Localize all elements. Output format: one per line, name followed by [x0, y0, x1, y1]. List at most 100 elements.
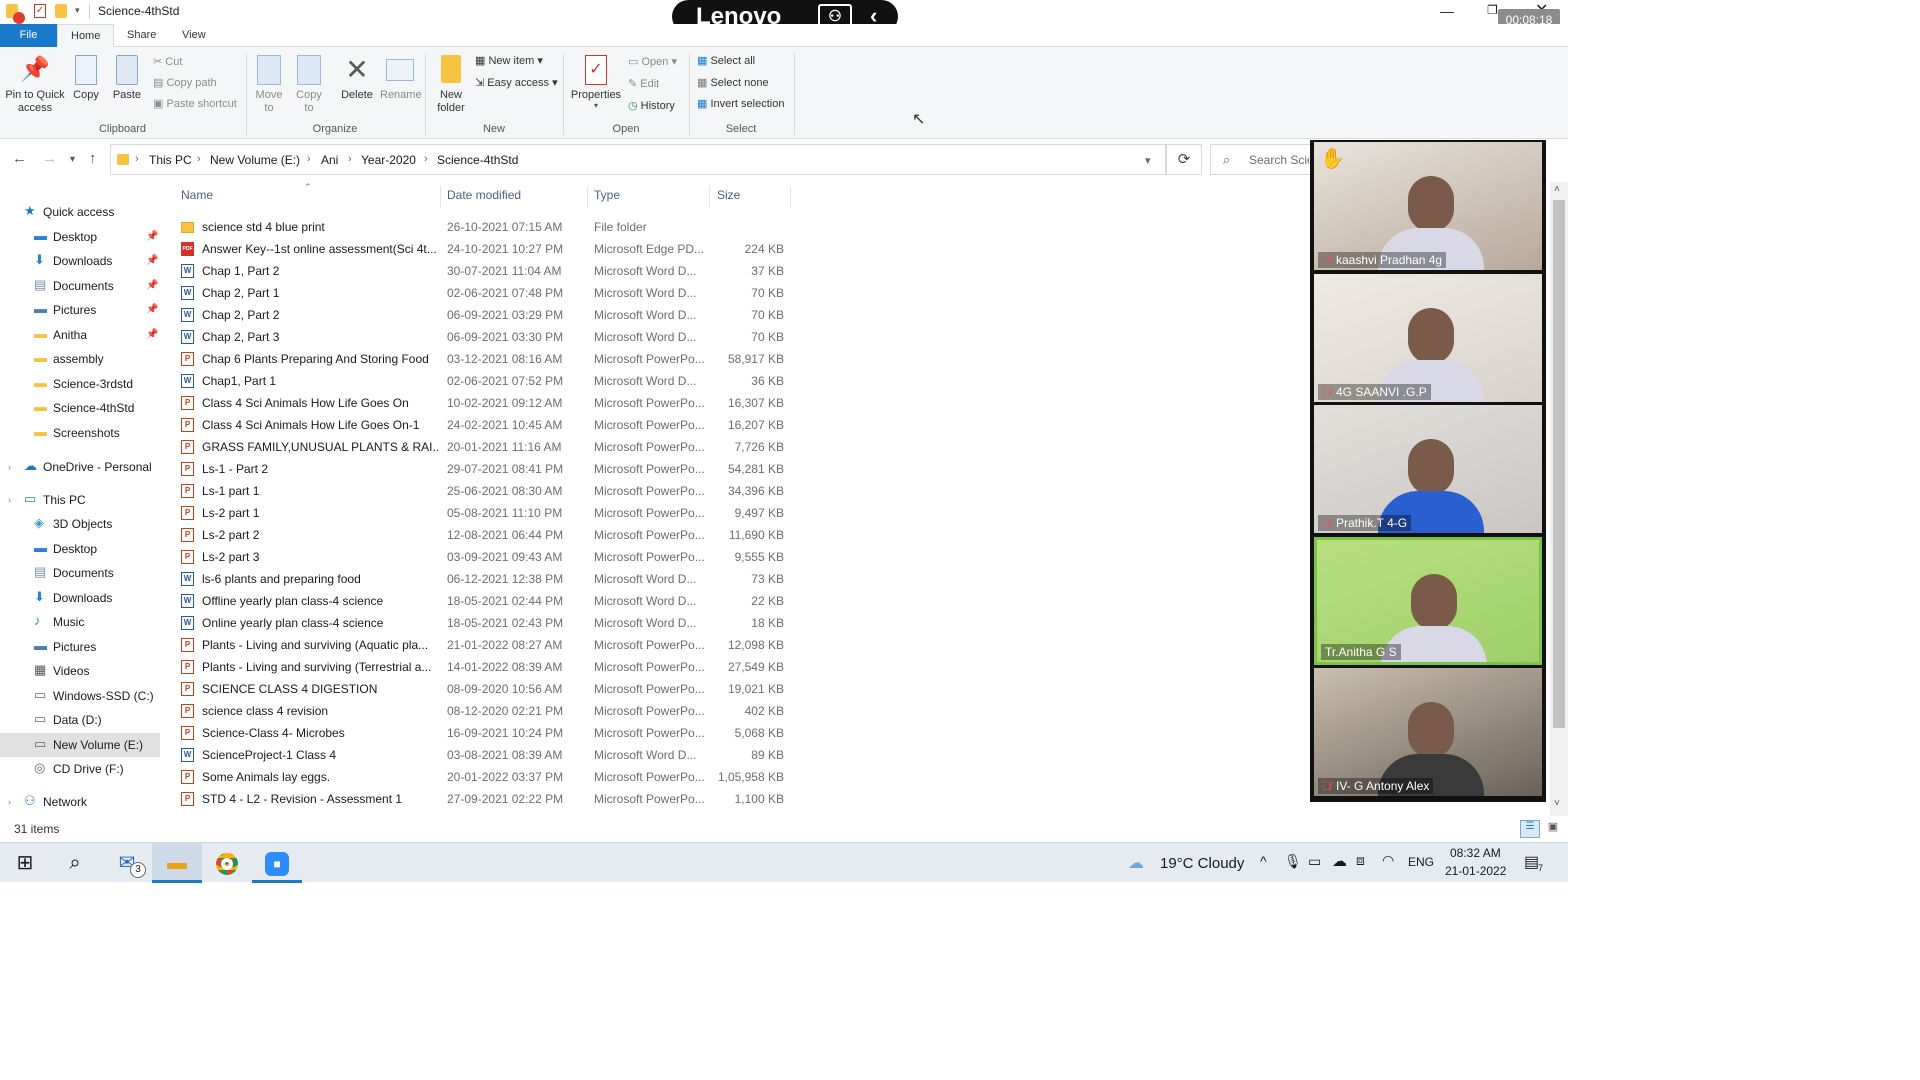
breadcrumb-chevron-icon[interactable]: ›: [348, 153, 352, 165]
nav-item-3d-objects[interactable]: ◈ 3D Objects: [0, 512, 160, 536]
address-bar[interactable]: › This PC › New Volume (E:) › Ani › Year…: [110, 144, 1166, 175]
nav-item-cd-drive-f[interactable]: ◎ CD Drive (F:): [0, 757, 160, 781]
chrome-app-icon[interactable]: [202, 843, 252, 883]
nav-item-anitha[interactable]: ▬ Anitha 📌: [0, 323, 160, 347]
clock-time[interactable]: 08:32 AM: [1450, 846, 1501, 860]
nav-item-documents[interactable]: ▤ Documents 📌: [0, 274, 160, 298]
copy-to-button[interactable]: Copy to: [292, 55, 326, 115]
file-row[interactable]: W Chap 2, Part 1 02-06-2021 07:48 PM Micros…: [172, 282, 802, 304]
paste-shortcut-button[interactable]: ▣ Paste shortcut: [153, 97, 237, 110]
nav-item-screenshots[interactable]: ▬ Screenshots: [0, 421, 160, 445]
file-row[interactable]: P Plants - Living and surviving (Aquatic …: [172, 634, 802, 656]
move-to-button[interactable]: Move to: [252, 55, 286, 115]
breadcrumb-current-folder[interactable]: Science-4thStd: [437, 153, 518, 167]
file-row[interactable]: W Chap1, Part 1 02-06-2021 07:52 PM Microso…: [172, 370, 802, 392]
address-dropdown-icon[interactable]: ▾: [1145, 154, 1151, 167]
pin-icon[interactable]: 📌: [146, 249, 158, 273]
nav-item-onedrive-personal[interactable]: ☁ OneDrive - Personal ›: [0, 455, 160, 479]
copy-path-button[interactable]: ▤ Copy path: [153, 76, 217, 89]
windows-start-icon[interactable]: ⊞: [0, 843, 50, 883]
nav-item-downloads[interactable]: ⬇ Downloads 📌: [0, 249, 160, 273]
file-row[interactable]: P Plants - Living and surviving (Terrestr…: [172, 656, 802, 678]
file-row[interactable]: P Some Animals lay eggs. 20-01-2022 03:37 …: [172, 766, 802, 788]
file-row[interactable]: W Chap 1, Part 2 30-07-2021 11:04 AM Micros…: [172, 260, 802, 282]
properties-qa-icon[interactable]: ✓: [34, 4, 46, 18]
search-taskbar-icon[interactable]: ⌕: [50, 843, 100, 883]
history-button[interactable]: ◷ History: [628, 99, 675, 112]
nav-item-this-pc[interactable]: ▭ This PC ›: [0, 488, 160, 512]
breadcrumb-chevron-icon[interactable]: ›: [135, 153, 139, 165]
new-folder-button[interactable]: New folder: [432, 55, 470, 115]
file-row[interactable]: W Offline yearly plan class-4 science 18-0…: [172, 590, 802, 612]
delete-button[interactable]: ✕ Delete: [338, 55, 376, 102]
column-divider[interactable]: [587, 186, 588, 208]
show-hidden-icons-icon[interactable]: ^: [1260, 853, 1267, 869]
file-row[interactable]: W Chap 2, Part 2 06-09-2021 03:29 PM Micros…: [172, 304, 802, 326]
file-row[interactable]: PDF Answer Key--1st online assessment(Sci…: [172, 238, 802, 260]
column-header-size[interactable]: Size: [717, 188, 740, 202]
column-header-name[interactable]: Name: [181, 188, 213, 202]
expand-chevron-icon[interactable]: ›: [8, 455, 11, 479]
file-explorer-app-icon[interactable]: ▬: [152, 843, 202, 883]
file-row[interactable]: P Ls-1 - Part 2 29-07-2021 08:41 PM Microso…: [172, 458, 802, 480]
file-row[interactable]: Wls-6 plants and preparing food 06-12-202…: [172, 568, 802, 590]
forward-arrow-icon[interactable]: →: [42, 150, 57, 167]
onedrive-tray-icon[interactable]: ☁: [1332, 852, 1347, 870]
scrollbar-thumb[interactable]: [1553, 200, 1565, 728]
column-header-type[interactable]: Type: [594, 188, 620, 202]
nav-item-quick-access[interactable]: ★ Quick access: [0, 200, 160, 224]
file-row[interactable]: P Class 4 Sci Animals How Life Goes On 10-…: [172, 392, 802, 414]
nav-item-pictures[interactable]: ▬ Pictures: [0, 635, 160, 659]
wifi-icon[interactable]: ◠: [1382, 852, 1394, 869]
breadcrumb-year-2020[interactable]: Year-2020: [361, 153, 416, 167]
minimize-button[interactable]: —: [1440, 3, 1454, 19]
file-row[interactable]: P Science-Class 4- Microbes 16-09-2021 10:…: [172, 722, 802, 744]
file-row[interactable]: P Ls-2 part 1 05-08-2021 11:10 PM Microsoft…: [172, 502, 802, 524]
scroll-up-icon[interactable]: ˄: [1554, 184, 1560, 195]
file-row[interactable]: P SCIENCE CLASS 4 DIGESTION 08-09-2020 10:…: [172, 678, 802, 700]
tab-home[interactable]: Home: [57, 24, 115, 47]
rename-button[interactable]: Rename: [380, 55, 422, 101]
copy-button[interactable]: Copy: [70, 55, 102, 101]
participant-video-tile[interactable]: ✋ 🎙̸ kaashvi Pradhan 4g: [1314, 142, 1542, 270]
breadcrumb-ani[interactable]: Ani: [321, 153, 338, 167]
column-header-date[interactable]: Date modified: [447, 188, 521, 202]
properties-button[interactable]: ✓ Properties ▾: [568, 55, 624, 110]
customize-qa-chevron-icon[interactable]: ▾: [75, 5, 80, 16]
maximize-button[interactable]: ❐: [1487, 3, 1498, 17]
large-icons-view-icon[interactable]: ▣: [1544, 820, 1562, 838]
file-row[interactable]: P GRASS FAMILY,UNUSUAL PLANTS & RAI... 20-…: [172, 436, 802, 458]
new-item-button[interactable]: ▦ New item ▾: [475, 54, 543, 67]
nav-item-assembly[interactable]: ▬ assembly: [0, 347, 160, 371]
column-divider[interactable]: [709, 186, 710, 208]
file-row[interactable]: P Class 4 Sci Animals How Life Goes On-1 2…: [172, 414, 802, 436]
nav-item-pictures[interactable]: ▬ Pictures 📌: [0, 298, 160, 322]
paste-button[interactable]: Paste: [110, 55, 144, 101]
file-row[interactable]: Pscience class 4 revision 08-12-2020 02:2…: [172, 700, 802, 722]
select-all-button[interactable]: ▦ Select all: [697, 54, 755, 67]
search-box[interactable]: ⌕ Search Science-4thStd: [1210, 144, 1310, 175]
easy-access-button[interactable]: ⇲ Easy access ▾: [475, 76, 558, 89]
scroll-down-icon[interactable]: ˅: [1554, 798, 1560, 809]
nav-item-music[interactable]: ♪ Music: [0, 610, 160, 634]
nav-item-network[interactable]: ⚇ Network ›: [0, 790, 160, 814]
participant-video-tile[interactable]: Tr.Anitha G S: [1314, 536, 1542, 665]
file-row[interactable]: P Ls-2 part 2 12-08-2021 06:44 PM Microsoft…: [172, 524, 802, 546]
breadcrumb-chevron-icon[interactable]: ›: [197, 153, 201, 165]
file-row[interactable]: W Online yearly plan class-4 science 18-05…: [172, 612, 802, 634]
pin-to-quick-access-button[interactable]: 📌 Pin to Quick access: [4, 55, 66, 115]
column-divider[interactable]: [440, 186, 441, 208]
clock-date[interactable]: 21-01-2022: [1445, 864, 1506, 878]
tab-file[interactable]: File: [0, 24, 57, 47]
nav-item-videos[interactable]: ▦ Videos: [0, 659, 160, 683]
recent-locations-chevron-icon[interactable]: ▾: [70, 154, 75, 165]
nav-item-new-volume-e[interactable]: ▭ New Volume (E:): [0, 732, 160, 757]
expand-chevron-icon[interactable]: ›: [8, 790, 11, 814]
microphone-icon[interactable]: 🎙: [1284, 853, 1302, 870]
nav-item-documents[interactable]: ▤ Documents: [0, 561, 160, 585]
select-none-button[interactable]: ▦ Select none: [697, 76, 769, 89]
nav-item-windows-ssd-c[interactable]: ▭ Windows-SSD (C:): [0, 684, 160, 708]
notification-icon[interactable]: ▤: [1524, 852, 1539, 872]
column-divider[interactable]: [790, 186, 791, 208]
pin-icon[interactable]: 📌: [146, 298, 158, 322]
